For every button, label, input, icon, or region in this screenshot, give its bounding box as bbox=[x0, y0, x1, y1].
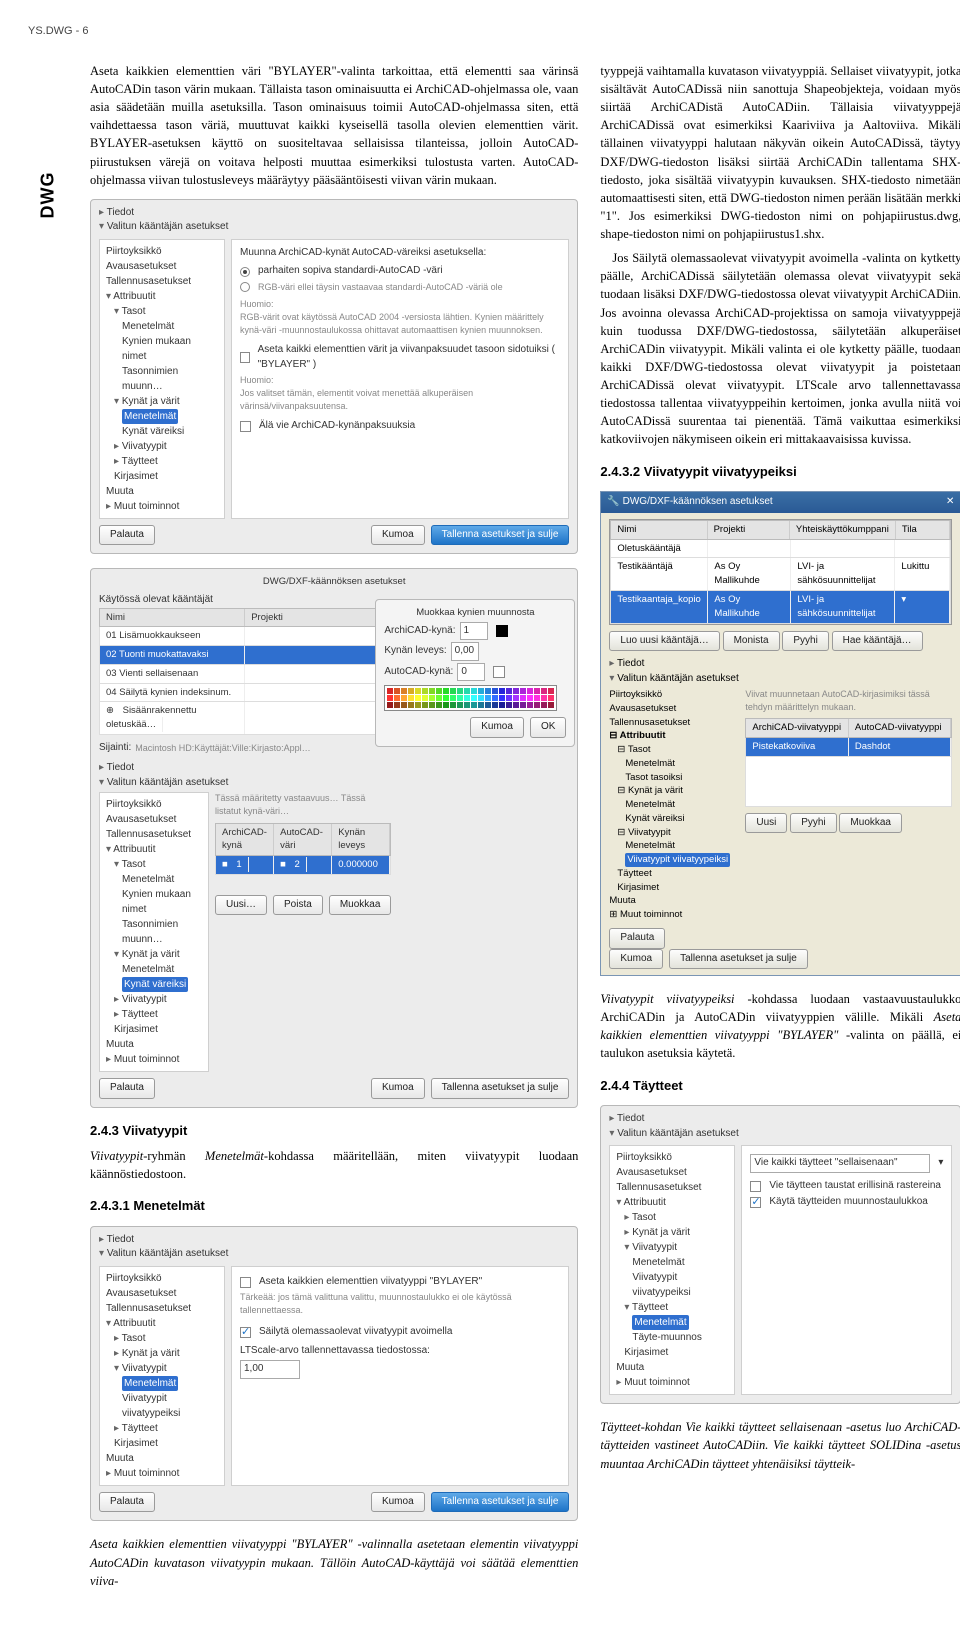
muokkaa-button-4[interactable]: Muokkaa bbox=[839, 813, 902, 834]
color-swatches[interactable] bbox=[384, 685, 557, 711]
screenshot-pen-conversion: DWG/DXF-käännöksen asetukset Käytössä ol… bbox=[90, 568, 578, 1108]
heading-2432: 2.4.3.2 Viivatyypit viivatyypeiksi bbox=[600, 463, 960, 482]
fill-select[interactable]: Vie kaikki täytteet "sellaisenaan" bbox=[750, 1154, 930, 1173]
pen-width-input[interactable]: 0,00 bbox=[451, 642, 479, 661]
right-column: tyyppejä vaihtamalla kuvatason viivatyyp… bbox=[600, 62, 960, 1596]
settings-pane: Muunna ArchiCAD-kynät AutoCAD-väreiksi a… bbox=[231, 239, 569, 519]
body-text: Aseta kaikkien elementtien väri "BYLAYER… bbox=[90, 62, 578, 189]
screenshot-fills: Tiedot Valitun kääntäjän asetukset Piirt… bbox=[600, 1105, 960, 1404]
section-valitun[interactable]: Valitun kääntäjän asetukset bbox=[99, 220, 569, 235]
dwg-side-tab: DWG bbox=[34, 171, 60, 218]
screenshot-linetype-methods: Tiedot Valitun kääntäjän asetukset Piirt… bbox=[90, 1226, 578, 1522]
left-column: Aseta kaikkien elementtien väri "BYLAYER… bbox=[90, 62, 578, 1596]
chk-linetype-bylayer[interactable] bbox=[240, 1277, 251, 1288]
heading-2431: 2.4.3.1 Menetelmät bbox=[90, 1197, 578, 1216]
body-text: tyyppejä vaihtamalla kuvatason viivatyyp… bbox=[600, 62, 960, 243]
caption-3: Aseta kaikkien elementtien viivatyyppi "… bbox=[90, 1535, 578, 1589]
tallenna-button[interactable]: Tallenna asetukset ja sulje bbox=[431, 525, 570, 546]
chk-no-penwidth[interactable] bbox=[240, 421, 251, 432]
ltscale-input[interactable]: 1,00 bbox=[240, 1360, 300, 1379]
pyyhi-button-4[interactable]: Pyyhi bbox=[790, 813, 836, 834]
monista-button[interactable]: Monista bbox=[723, 631, 780, 652]
caption-4: Täytteet-kohdan Vie kaikki täytteet sell… bbox=[600, 1418, 960, 1472]
palauta-button-3[interactable]: Palauta bbox=[99, 1492, 155, 1513]
tallenna-button-4[interactable]: Tallenna asetukset ja sulje bbox=[669, 949, 808, 970]
kumoa-button-2[interactable]: Kumoa bbox=[371, 1078, 425, 1099]
palauta-button[interactable]: Palauta bbox=[99, 525, 155, 546]
pyyhi-button[interactable]: Pyyhi bbox=[782, 631, 828, 652]
palauta-button-2[interactable]: Palauta bbox=[99, 1078, 155, 1099]
palauta-button-4[interactable]: Palauta bbox=[609, 928, 665, 949]
heading-244: 2.4.4 Täytteet bbox=[600, 1077, 960, 1096]
body-text: Jos Säilytä olemassaolevat viivatyypit a… bbox=[600, 249, 960, 448]
hae-button[interactable]: Hae kääntäjä… bbox=[832, 631, 923, 652]
kumoa-button-4[interactable]: Kumoa bbox=[609, 949, 663, 970]
ok-popup-button[interactable]: OK bbox=[530, 717, 566, 738]
tallenna-button-3[interactable]: Tallenna asetukset ja sulje bbox=[431, 1492, 570, 1513]
chk-fill-table[interactable] bbox=[750, 1197, 761, 1208]
screenshot-color-settings: Tiedot Valitun kääntäjän asetukset Piirt… bbox=[90, 199, 578, 555]
settings-tree[interactable]: Piirtoyksikkö Avausasetukset Tallennusas… bbox=[99, 239, 225, 519]
kumoa-button[interactable]: Kumoa bbox=[371, 525, 425, 546]
popup-pen-edit: Muokkaa kynien muunnosta ArchiCAD-kynä:1… bbox=[375, 599, 575, 747]
uusi-button-4[interactable]: Uusi bbox=[745, 813, 787, 834]
chk-keep-linetypes[interactable] bbox=[240, 1327, 251, 1338]
tallenna-button-2[interactable]: Tallenna asetukset ja sulje bbox=[431, 1078, 570, 1099]
uusi-button[interactable]: Uusi… bbox=[215, 895, 267, 916]
kumoa-button-3[interactable]: Kumoa bbox=[371, 1492, 425, 1513]
body-text: Viivatyypit viivatyypeiksi -kohdassa luo… bbox=[600, 990, 960, 1063]
radio-standard-color[interactable] bbox=[240, 267, 250, 277]
archicad-pen-input[interactable]: 1 bbox=[460, 622, 488, 641]
page-header: YS.DWG - 6 bbox=[28, 24, 932, 40]
section-tiedot[interactable]: Tiedot bbox=[99, 206, 569, 221]
chk-bylayer[interactable] bbox=[240, 352, 250, 363]
heading-243: 2.4.3 Viivatyypit bbox=[90, 1122, 578, 1141]
radio-rgb-color[interactable] bbox=[240, 282, 250, 292]
screenshot-linetype-mapping: 🔧 DWG/DXF-käännöksen asetukset✕ NimiProj… bbox=[600, 491, 960, 976]
close-icon[interactable]: ✕ bbox=[946, 495, 954, 510]
luo-button[interactable]: Luo uusi kääntäjä… bbox=[609, 631, 719, 652]
body-text: Viivatyypit-ryhmän Menetelmät-kohdassa m… bbox=[90, 1147, 578, 1183]
autocad-pen-input[interactable]: 0 bbox=[457, 663, 485, 682]
muokkaa-button[interactable]: Muokkaa bbox=[329, 895, 392, 916]
kumoa-popup-button[interactable]: Kumoa bbox=[470, 717, 524, 738]
chk-fill-bg[interactable] bbox=[750, 1181, 761, 1192]
poista-button[interactable]: Poista bbox=[273, 895, 323, 916]
